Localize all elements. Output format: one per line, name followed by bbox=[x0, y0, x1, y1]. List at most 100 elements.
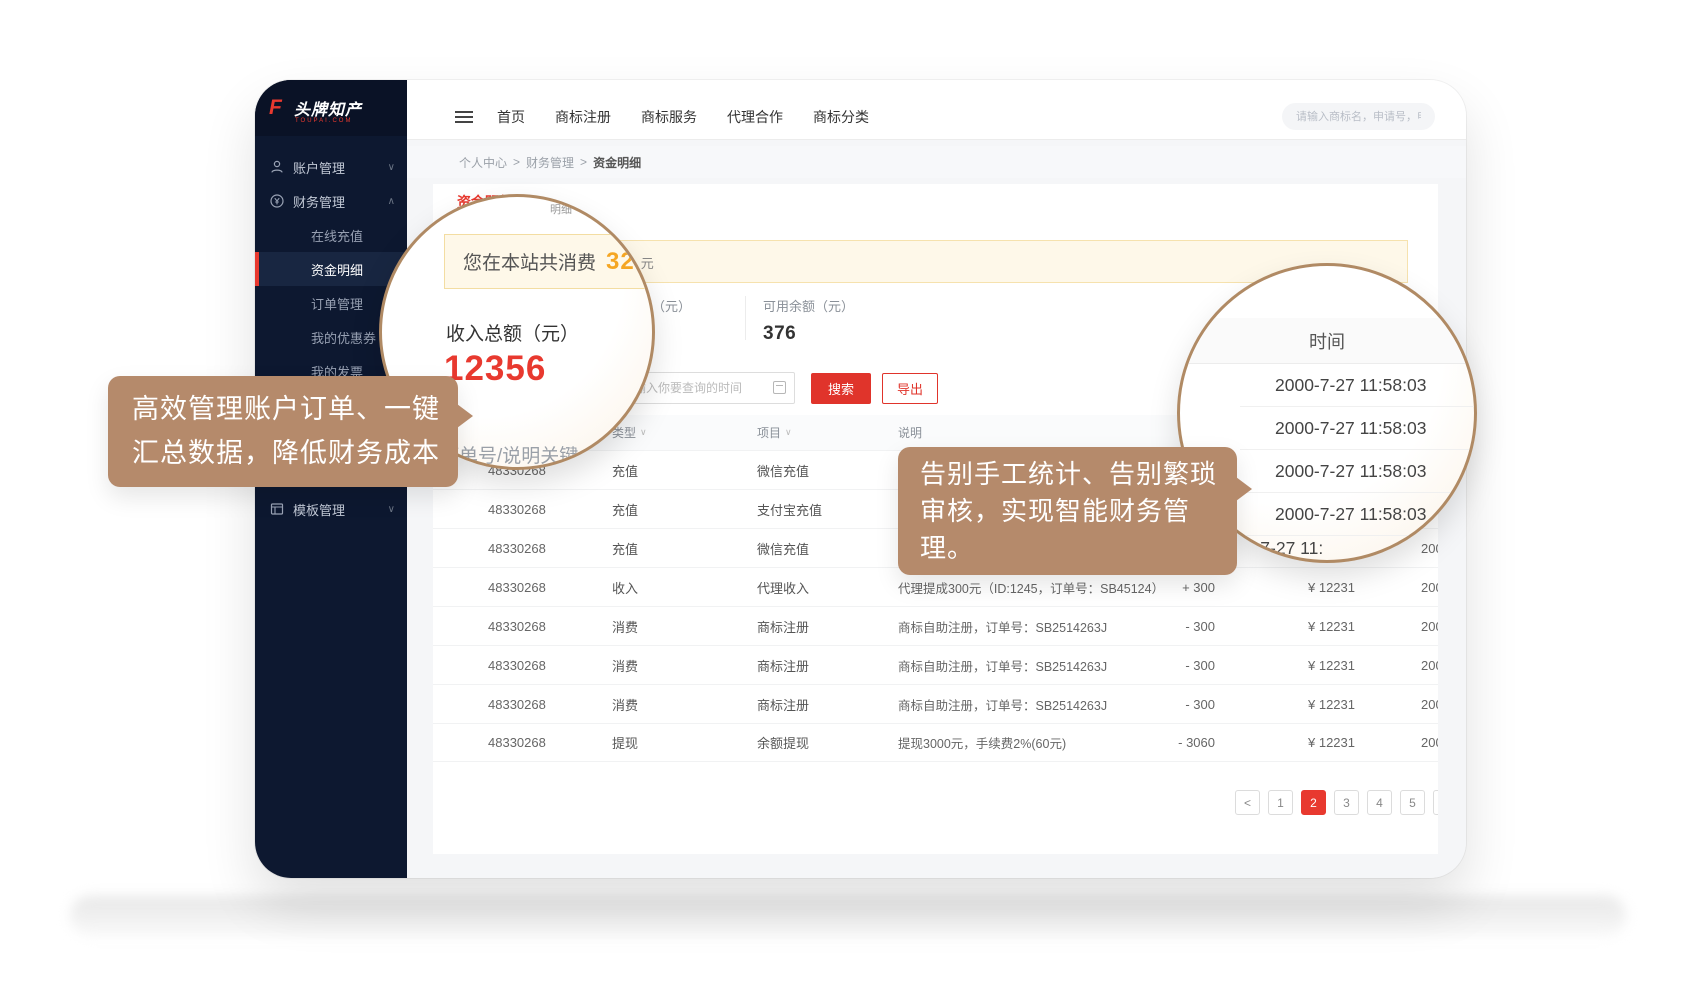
cell-balance: ¥ 12231 bbox=[1261, 685, 1355, 723]
cell-item: 商标注册 bbox=[757, 646, 809, 684]
export-button[interactable]: 导出 bbox=[882, 373, 938, 404]
sidebar-item-label: 模板管理 bbox=[293, 500, 345, 519]
cell-time: 2000-7-27 11:58:03 bbox=[1421, 646, 1438, 684]
nav-item-trademark-category[interactable]: 商标分类 bbox=[813, 107, 869, 127]
breadcrumb-part[interactable]: 个人中心 bbox=[459, 154, 507, 171]
nav-item-trademark-register[interactable]: 商标注册 bbox=[555, 107, 611, 127]
magnified-tab-fragment: 明细 bbox=[550, 201, 572, 217]
cell-desc: 商标自助注册，订单号：SB2514263J bbox=[898, 646, 1107, 684]
sidebar-item-finance[interactable]: 财务管理 ∧ bbox=[255, 184, 407, 218]
magnified-time-row: 2000-7-27 11:58:03 bbox=[1240, 493, 1477, 536]
callout-arrow bbox=[457, 404, 473, 428]
cell-balance: ¥ 12231 bbox=[1261, 724, 1355, 761]
cell-time: 2000-7-27 11:58:03 bbox=[1421, 607, 1438, 645]
wallet-icon bbox=[269, 193, 285, 209]
magnified-table-header-fragment: 订单号/说明关键 bbox=[440, 441, 578, 468]
cell-item: 余额提现 bbox=[757, 724, 809, 761]
sidebar-item-label: 财务管理 bbox=[293, 192, 345, 211]
callout-text: 汇总数据，降低财务成本 bbox=[132, 431, 434, 475]
user-icon bbox=[269, 159, 285, 175]
table-row: 48330268 消费 商标注册 商标自助注册，订单号：SB2514263J -… bbox=[433, 606, 1438, 645]
brand-name: 头牌知产 bbox=[294, 96, 362, 120]
magnified-time-header: 时间 bbox=[1180, 318, 1474, 364]
pagination-prev-button[interactable]: < bbox=[1235, 790, 1260, 815]
pagination-page-3[interactable]: 3 bbox=[1334, 790, 1359, 815]
sidebar-item-template[interactable]: 模板管理 ∨ bbox=[255, 492, 407, 526]
brand-tagline: TOUPAI.COM bbox=[295, 118, 352, 124]
nav-item-home[interactable]: 首页 bbox=[497, 107, 525, 127]
page: F 头牌知产 TOUPAI.COM 账户管理 ∨ 财务管理 ∧ 在线充值 bbox=[0, 0, 1696, 1002]
pagination-page-4[interactable]: 4 bbox=[1367, 790, 1392, 815]
cell-item: 商标注册 bbox=[757, 607, 809, 645]
cell-time: 2000-7-27 11:58:03 bbox=[1421, 724, 1438, 761]
table-row: 48330268 消费 商标注册 商标自助注册，订单号：SB2514263J -… bbox=[433, 645, 1438, 684]
hamburger-menu-icon[interactable] bbox=[455, 111, 473, 123]
cell-order: 48330268 bbox=[488, 568, 546, 606]
table-row: 48330268 提现 余额提现 提现3000元，手续费2%(60元) - 30… bbox=[433, 723, 1438, 762]
callout-arrow bbox=[1236, 477, 1252, 501]
callout-text: 告别手工统计、告别繁琐 bbox=[920, 456, 1215, 493]
sidebar-item-fund-details[interactable]: 资金明细 bbox=[255, 252, 407, 286]
top-navbar: 首页 商标注册 商标服务 代理合作 商标分类 bbox=[407, 80, 1466, 140]
calendar-icon[interactable] bbox=[773, 381, 786, 394]
cell-item: 代理收入 bbox=[757, 568, 809, 606]
global-search bbox=[1282, 103, 1435, 130]
stat-balance-label: 可用余额（元） bbox=[763, 296, 854, 315]
callout-right: 告别手工统计、告别繁琐 审核，实现智能财务管 理。 bbox=[898, 447, 1237, 575]
sidebar-item-account[interactable]: 账户管理 ∨ bbox=[255, 150, 407, 184]
pagination-page-2-active[interactable]: 2 bbox=[1301, 790, 1326, 815]
callout-left: 高效管理账户订单、一键 汇总数据，降低财务成本 bbox=[108, 376, 458, 487]
cell-order: 48330268 bbox=[488, 685, 546, 723]
laptop-base-shadow bbox=[70, 896, 1626, 936]
pagination-page-5[interactable]: 5 bbox=[1400, 790, 1425, 815]
cell-time: 2000-7-27 11:58:03 bbox=[1421, 568, 1438, 606]
cell-type: 充值 bbox=[612, 529, 638, 567]
nav-item-trademark-service[interactable]: 商标服务 bbox=[641, 107, 697, 127]
chevron-down-icon: ∨ bbox=[388, 504, 395, 515]
sidebar-item-label: 账户管理 bbox=[293, 158, 345, 177]
cell-order: 48330268 bbox=[488, 724, 546, 761]
cell-desc: 商标自助注册，订单号：SB2514263J bbox=[898, 685, 1107, 723]
cell-item: 支付宝充值 bbox=[757, 490, 822, 528]
breadcrumb-part[interactable]: 财务管理 bbox=[526, 154, 574, 171]
breadcrumb-separator: > bbox=[580, 155, 587, 169]
cell-order: 48330268 bbox=[488, 646, 546, 684]
magnified-income-label: 收入总额（元） bbox=[446, 319, 579, 346]
nav-item-agent-cooperation[interactable]: 代理合作 bbox=[727, 107, 783, 127]
search-button[interactable]: 搜索 bbox=[811, 373, 871, 404]
col-desc-header: 说明 bbox=[898, 415, 922, 450]
cell-time: 2000-7-27 11:58:03 bbox=[1421, 685, 1438, 723]
global-search-input[interactable] bbox=[1282, 103, 1435, 130]
cell-type: 充值 bbox=[612, 451, 638, 489]
pagination-next-button[interactable]: > bbox=[1433, 790, 1438, 815]
divider bbox=[745, 296, 746, 340]
cell-type: 收入 bbox=[612, 568, 638, 606]
stat-balance: 可用余额（元） 376 bbox=[763, 296, 854, 345]
cell-item: 微信充值 bbox=[757, 451, 809, 489]
pagination: < 1 2 3 4 5 > bbox=[1235, 790, 1438, 815]
cell-balance: ¥ 12231 bbox=[1261, 568, 1355, 606]
col-item-header[interactable]: 项目∨ bbox=[757, 415, 792, 450]
magnified-time-row: 2000-7-27 11:58:03 bbox=[1240, 407, 1477, 450]
cell-desc: 提现3000元，手续费2%(60元) bbox=[898, 724, 1066, 761]
brand-logo: F 头牌知产 TOUPAI.COM bbox=[255, 80, 407, 136]
chevron-down-icon: ∨ bbox=[785, 427, 792, 438]
magnified-time-row: 2000-7-27 11:58:03 bbox=[1240, 450, 1477, 493]
cell-amount: - 300 bbox=[1123, 607, 1215, 645]
pagination-page-1[interactable]: 1 bbox=[1268, 790, 1293, 815]
cell-item: 微信充值 bbox=[757, 529, 809, 567]
sidebar-item-label: 在线充值 bbox=[311, 226, 363, 245]
chevron-down-icon: ∨ bbox=[388, 162, 395, 173]
sidebar-item-online-recharge[interactable]: 在线充值 bbox=[255, 218, 407, 252]
breadcrumb-current: 资金明细 bbox=[593, 154, 641, 171]
cell-type: 消费 bbox=[612, 646, 638, 684]
top-nav: 首页 商标注册 商标服务 代理合作 商标分类 bbox=[497, 107, 899, 127]
callout-text: 高效管理账户订单、一键 bbox=[132, 387, 434, 431]
sidebar-item-label: 资金明细 bbox=[311, 260, 363, 279]
cell-balance: ¥ 12231 bbox=[1261, 646, 1355, 684]
brand-logo-icon: F bbox=[269, 98, 289, 118]
cell-amount: - 300 bbox=[1123, 685, 1215, 723]
cell-balance: ¥ 12231 bbox=[1261, 607, 1355, 645]
cell-amount: - 3060 bbox=[1123, 724, 1215, 761]
stat-balance-value: 376 bbox=[763, 323, 854, 345]
